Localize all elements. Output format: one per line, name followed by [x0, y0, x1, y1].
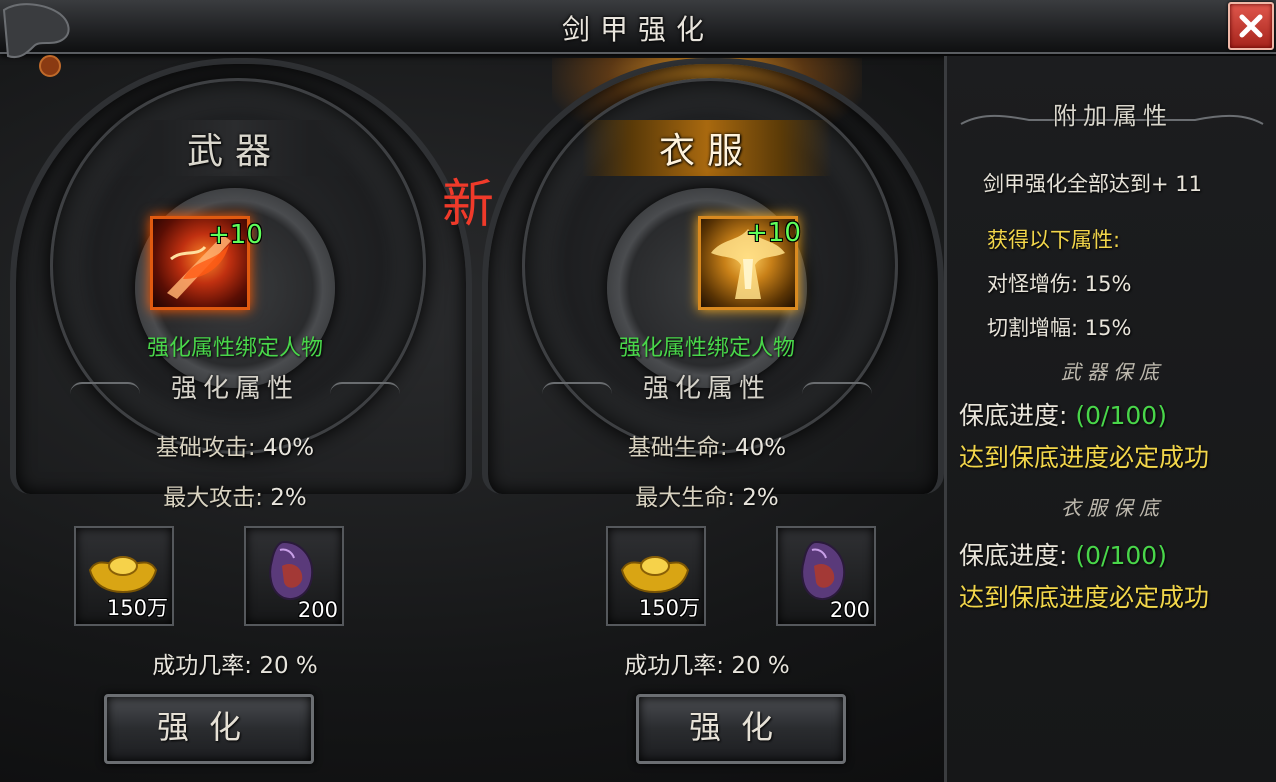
material-qty: 200: [829, 598, 870, 622]
material-qty: 150万: [638, 596, 700, 620]
armor-pity-progress: 保底进度: (0/100): [959, 536, 1167, 572]
material-slot-crystal[interactable]: 200: [244, 526, 344, 626]
material-slot-crystal[interactable]: 200: [776, 526, 876, 626]
weapon-panel: 武器 +10 强化属性绑定人物 强化属性 基础攻击: 40% 最大攻击: 2%: [0, 58, 472, 782]
title-bar: 剑甲强化: [0, 0, 1276, 54]
armor-attr-heading: 强化属性: [642, 374, 771, 404]
armor-success-rate: 成功几率: 20 %: [472, 646, 942, 680]
armor-enhance-button[interactable]: 强化: [636, 694, 846, 764]
armor-level-badge: +10: [746, 218, 801, 248]
weapon-stat-row: 最大攻击: 2%: [0, 478, 470, 512]
armor-panel: 衣服 +10 强化属性绑定人物 强化属性 基础生命: 40% 最大生命: 2% …: [472, 58, 944, 782]
bonus-label: 切割增幅:: [987, 316, 1079, 340]
stat-label: 基础攻击:: [155, 435, 256, 461]
weapon-pity-heading: 武器保底: [1061, 360, 1165, 384]
armor-pity-heading: 衣服保底: [1061, 496, 1165, 520]
pity-value: (0/100): [1075, 541, 1167, 570]
window-title: 剑甲强化: [561, 13, 714, 46]
success-rate-value: 20 %: [731, 653, 790, 679]
armor-panel-title: 衣服: [658, 131, 755, 172]
bonus-heading: 附加属性: [1053, 102, 1173, 130]
bonus-condition: 剑甲强化全部达到+ 11: [983, 172, 1202, 196]
pity-label: 保底进度:: [959, 401, 1068, 430]
pity-value: (0/100): [1075, 401, 1167, 430]
material-slot-gold[interactable]: 150万: [74, 526, 174, 626]
weapon-pity-progress: 保底进度: (0/100): [959, 396, 1167, 432]
material-qty: 150万: [106, 596, 168, 620]
bonus-value: 15%: [1084, 272, 1132, 296]
stat-label: 基础生命:: [627, 435, 728, 461]
armor-pity-note: 达到保底进度必定成功: [959, 583, 1210, 612]
bonus-row: 切割增幅: 15%: [987, 312, 1131, 342]
stat-value: 2%: [270, 485, 307, 511]
bonus-sidebar: 附加属性 剑甲强化全部达到+ 11 获得以下属性: 对怪增伤: 15% 切割增幅…: [944, 56, 1276, 782]
stat-value: 40%: [262, 435, 315, 461]
close-icon: [1239, 14, 1263, 38]
success-rate-label: 成功几率:: [624, 653, 724, 679]
weapon-success-rate: 成功几率: 20 %: [0, 646, 470, 680]
stat-value: 2%: [742, 485, 779, 511]
stat-value: 40%: [734, 435, 787, 461]
stat-label: 最大攻击:: [163, 485, 263, 511]
weapon-attr-heading: 强化属性: [170, 374, 299, 404]
weapon-level-badge: +10: [208, 220, 263, 250]
success-rate-value: 20 %: [259, 653, 318, 679]
success-rate-label: 成功几率:: [152, 653, 252, 679]
bonus-gain-label: 获得以下属性:: [987, 228, 1121, 252]
material-slot-gold[interactable]: 150万: [606, 526, 706, 626]
bonus-value: 15%: [1084, 316, 1132, 340]
weapon-stat-row: 基础攻击: 40%: [0, 428, 470, 462]
material-qty: 200: [297, 598, 338, 622]
stat-label: 最大生命:: [635, 485, 735, 511]
bonus-row: 对怪增伤: 15%: [987, 268, 1131, 298]
bonus-label: 对怪增伤:: [987, 272, 1079, 296]
weapon-enhance-button[interactable]: 强化: [104, 694, 314, 764]
weapon-panel-title: 武器: [186, 131, 283, 172]
close-button[interactable]: [1228, 2, 1274, 50]
armor-stat-row: 最大生命: 2%: [472, 478, 942, 512]
weapon-pity-note: 达到保底进度必定成功: [959, 443, 1210, 472]
weapon-bind-text: 强化属性绑定人物: [146, 336, 323, 361]
enhance-window: 剑甲强化 武器 +10 强化属性绑定人物 强化属性 基础攻击: 40% 最大攻击…: [0, 0, 1276, 782]
armor-stat-row: 基础生命: 40%: [472, 428, 942, 462]
armor-bind-text: 强化属性绑定人物: [618, 336, 795, 361]
pity-label: 保底进度:: [959, 541, 1068, 570]
